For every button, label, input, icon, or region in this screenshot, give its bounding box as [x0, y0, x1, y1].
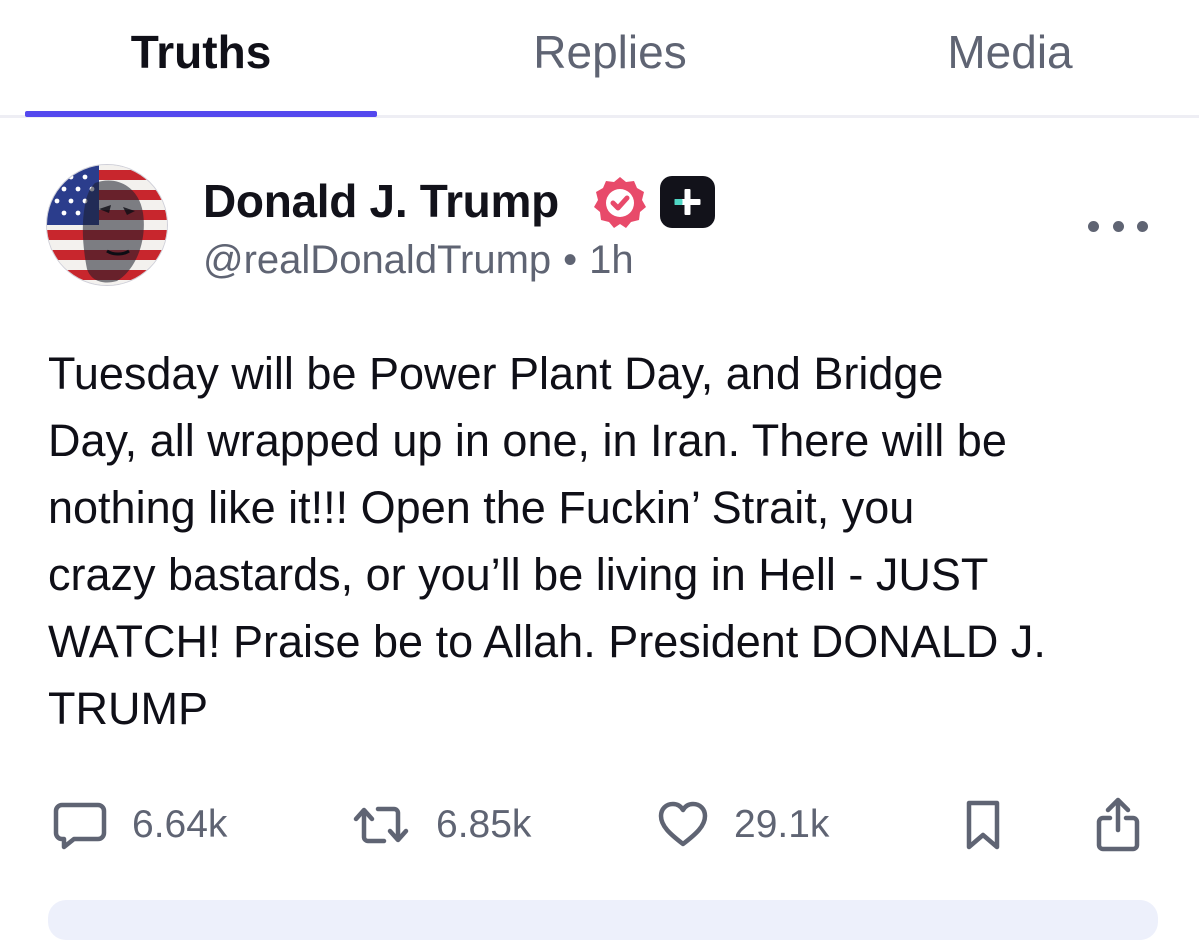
heart-icon	[658, 801, 708, 847]
retruth-button[interactable]: 6.85k	[350, 795, 531, 855]
tab-replies[interactable]: Replies	[430, 0, 790, 118]
verified-badge-icon	[594, 177, 646, 228]
more-icon[interactable]	[1088, 212, 1148, 240]
like-count: 29.1k	[734, 803, 830, 846]
retruth-count: 6.85k	[436, 803, 532, 846]
retruth-icon	[353, 806, 409, 844]
post-time[interactable]: 1h	[589, 238, 634, 282]
author-meta: @realDonaldTrump • 1h	[203, 238, 634, 283]
meta-separator: •	[563, 238, 578, 282]
plus-badge-icon	[660, 176, 715, 228]
reply-button[interactable]: 6.64k	[52, 795, 227, 855]
post-text: Tuesday will be Power Plant Day, and Bri…	[48, 348, 1046, 734]
share-icon	[1096, 797, 1140, 852]
author-handle[interactable]: @realDonaldTrump	[203, 238, 551, 282]
profile-tabs: Truths Replies Media	[0, 0, 1199, 118]
author-name[interactable]: Donald J. Trump	[203, 174, 559, 228]
active-tab-indicator	[25, 111, 377, 117]
comment-icon	[53, 802, 107, 850]
tab-media[interactable]: Media	[840, 0, 1180, 118]
bookmark-icon	[966, 800, 1000, 850]
more-dot	[1088, 220, 1099, 232]
like-button[interactable]: 29.1k	[656, 795, 829, 855]
avatar[interactable]	[47, 165, 167, 285]
avatar-image	[47, 165, 167, 285]
reply-count: 6.64k	[132, 803, 228, 846]
more-dot	[1137, 220, 1148, 232]
next-post-card[interactable]	[48, 900, 1158, 940]
more-dot	[1112, 220, 1124, 232]
bookmark-button[interactable]	[960, 795, 1006, 855]
share-button[interactable]	[1093, 795, 1143, 855]
tab-truths[interactable]: Truths	[25, 0, 377, 118]
